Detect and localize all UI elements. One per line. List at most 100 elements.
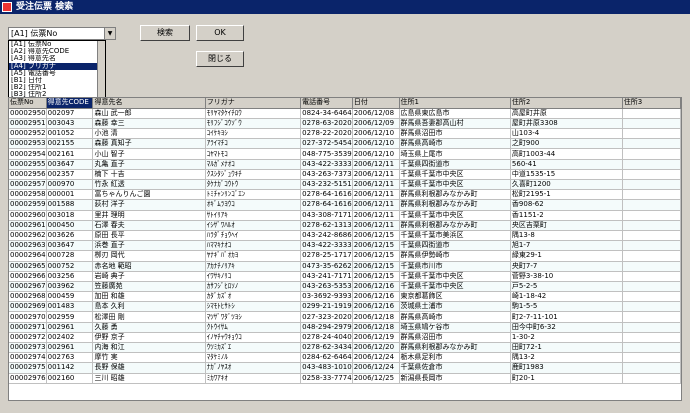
table-row[interactable]: 00002950 002097 森山 武一郎 ﾓﾘﾔﾏﾀｹｲﾁﾛｳ 0824-34-64… xyxy=(9,108,681,119)
filter-combo[interactable]: [A1] 伝票No ▼ xyxy=(8,27,116,40)
table-row[interactable]: 00002974 002763 摩竹 実ﾏﾀｹﾐﾉﾙ 0284-62-6464 2006… xyxy=(9,352,681,364)
dropdown-option[interactable]: [A2] 得意先CODE xyxy=(9,48,105,55)
table-cell: ｲﾉﾔﾁｬｳｷｮｳｺ xyxy=(205,332,302,344)
dropdown-option[interactable]: [A3] 得意先名 xyxy=(9,55,105,62)
table-cell: ﾏﾀｹﾐﾉﾙ xyxy=(205,352,302,364)
column-header[interactable]: 住所2 xyxy=(510,98,623,109)
table-cell: 高町1003-44 xyxy=(510,148,623,160)
table-row[interactable]: 00002953 002155 森藤 真知子 ｱﾗｲﾏﾁｺ 027-372-5454 20… xyxy=(9,138,681,150)
table-cell: 笠藤廣苑 xyxy=(92,281,206,293)
dropdown-option[interactable]: [A4] フリガナ xyxy=(9,62,105,70)
table-row[interactable]: 00002971 002961 久藤 勇ｸﾄｳｲｻﾑ 048-294-2979 2006… xyxy=(9,322,681,333)
table-cell: 003043 xyxy=(46,118,94,130)
column-header[interactable]: 得意先名 xyxy=(92,98,206,109)
table-cell: 000450 xyxy=(46,220,94,231)
table-row[interactable]: 00002972 002402 伊野 京子 ｲﾉﾔﾁｬｳｷｮｳｺ 0278-24-404… xyxy=(9,332,681,344)
column-header[interactable]: 伝票No xyxy=(9,98,47,109)
table-row[interactable]: 00002966 003256 岩崎 典子 ｲﾜｻｷﾉﾘｺ 043-241-7171 20… xyxy=(9,271,681,282)
close-button[interactable]: 閉じる xyxy=(196,51,244,67)
table-cell: 003647 xyxy=(46,240,94,252)
table-cell: 楠下 十吉 xyxy=(92,169,206,181)
column-header[interactable]: 住所1 xyxy=(399,98,511,109)
dropdown-option[interactable]: [A1] 伝票No xyxy=(9,41,105,48)
table-cell: 0278-62-3434 xyxy=(300,342,353,354)
table-row[interactable]: 00002970 002959 松澤田 剛ﾏﾂｻﾞﾜﾀﾞﾂﾖｼ 027-323-202… xyxy=(9,311,681,323)
table-cell: 群馬県吾妻郡高山村 xyxy=(399,118,511,130)
table-cell: 千葉県四街道市 xyxy=(399,159,511,170)
table-cell: 00002967 xyxy=(9,281,47,293)
table-row[interactable]: 00002957 000970 竹永 紅透 ﾀｹﾅｶﾞｺｳﾄｳ 043-232-5151… xyxy=(9,179,681,191)
table-cell: 2006/12/16 xyxy=(352,281,400,293)
table-row[interactable]: 00002960 003018 里井 理明 ｻﾄｲﾘｱｷ 043-308-7171 200… xyxy=(9,210,681,221)
table-row[interactable]: 00002973 002961 内海 和江 ｳﾂﾐｶｽﾞｴ 0278-62-3434 20… xyxy=(9,342,681,354)
table-cell: 00002966 xyxy=(9,271,47,282)
table-cell: 00002971 xyxy=(9,322,47,333)
table-row[interactable]: 00002952 001052 小池 清ｺｲｹｷﾖｼ 0278-22-2020 2006… xyxy=(9,128,681,140)
filter-dropdown-list[interactable]: [A1] 伝票No [A2] 得意先CODE [A3] 得意先名 [A4] フリガナ[… xyxy=(8,40,106,99)
table-cell: ﾊﾏﾏｷﾅｵｺ xyxy=(205,240,302,252)
table-cell: 0824-34-6464 xyxy=(300,108,353,119)
table-cell: 千葉県千葉市美浜区 xyxy=(399,230,511,242)
table-row[interactable]: 00002951 003043 森藤 幸三 ﾓﾘﾌｼﾞｺｳｿﾞｳ 0278-63-202… xyxy=(9,118,681,130)
table-row[interactable]: 00002975 001142 長野 保雄 ﾅｶﾞﾉﾔｽｵ 043-483-1010 20… xyxy=(9,362,681,374)
table-cell: 002160 xyxy=(46,373,94,384)
table-row[interactable]: 00002962 003626 原田 長平 ﾊﾗﾀﾞﾁｮｳﾍｲ 043-242-8686… xyxy=(9,230,681,242)
table-cell: ﾓﾘﾌｼﾞｺｳｿﾞｳ xyxy=(205,118,302,130)
table-cell: 群馬県伊勢崎市 xyxy=(399,250,511,262)
table-cell: 027-323-2020 xyxy=(300,311,353,323)
table-cell: 富ちゃんりんご園 xyxy=(92,189,206,201)
results-grid[interactable]: 伝票No 得意先CODE 得意先名 フリガナ 電話番号 日付 住所1 住所2 住所3 00002… xyxy=(8,97,682,401)
table-row[interactable]: 00002964 000728 栁刃 岡代 ﾔﾅｷﾞﾊﾞｵｶﾖ 0278-25-1717… xyxy=(9,250,681,262)
table-cell: 048-294-2979 xyxy=(300,322,353,333)
table-cell: 2006/12/08 xyxy=(352,108,400,119)
dropdown-option[interactable]: [B2] 住所1 xyxy=(9,84,105,91)
table-cell: 2006/12/20 xyxy=(352,342,400,354)
table-cell: 0278-63-2020 xyxy=(300,118,353,130)
table-cell: 027-372-5454 xyxy=(300,138,353,150)
table-cell: 00002968 xyxy=(9,291,47,303)
table-row[interactable]: 00002967 003962 笠藤廣苑 ｶｻﾌｼﾞﾋﾛｿﾉ 043-263-5353 2… xyxy=(9,281,681,293)
ok-button[interactable]: OK xyxy=(196,25,244,41)
table-cell xyxy=(622,362,681,374)
table-row[interactable]: 00002976 002160 三川 昭雄 ﾐｶﾜｱｷｵ 0258-33-7774 200… xyxy=(9,373,681,384)
table-cell: 埼玉県上尾市 xyxy=(399,148,511,160)
column-header[interactable]: 日付 xyxy=(352,98,400,109)
table-cell: 00002976 xyxy=(9,373,47,384)
table-cell: 002155 xyxy=(46,138,94,150)
table-cell: 2006/12/24 xyxy=(352,362,400,374)
table-cell: 群馬県利根郡みなかみ町 xyxy=(399,342,511,354)
dropdown-scrollbar[interactable] xyxy=(97,41,105,98)
table-cell: 2006/12/11 xyxy=(352,199,400,211)
table-row[interactable]: 00002959 001588 荻村 洋子 ｵｷﾞﾑﾗﾖｳｺ 0278-64-1616 2… xyxy=(9,199,681,211)
table-cell xyxy=(622,261,681,272)
table-cell: 2006/12/15 xyxy=(352,261,400,272)
table-cell: 043-263-5353 xyxy=(300,281,353,293)
table-row[interactable]: 00002963 003647 浜巻 直子 ﾊﾏﾏｷﾅｵｺ 043-422-3333 20… xyxy=(9,240,681,252)
dropdown-option[interactable]: [A5] 電話番号 xyxy=(9,70,105,77)
table-cell: 千葉県市川市 xyxy=(399,261,511,272)
table-cell: 菅野3-38-10 xyxy=(510,271,623,282)
table-cell: 00002965 xyxy=(9,261,47,272)
table-row[interactable]: 00002954 002161 小山 智子 ｺﾔﾏﾄﾓｺ 048-775-3539 200… xyxy=(9,148,681,160)
chevron-down-icon[interactable]: ▼ xyxy=(104,28,115,39)
table-row[interactable]: 00002969 001483 島本 久利 ｼﾏﾓﾄﾋｻﾄｼ 0299-21-1919 2… xyxy=(9,301,681,313)
column-header[interactable]: 住所3 xyxy=(622,98,681,109)
table-cell: ｶｻﾌｼﾞﾋﾛｿﾉ xyxy=(205,281,302,293)
table-row[interactable]: 00002965 000752 赤名地 範昭 ｱｶﾅﾁﾉﾘｱｷ 0473-35-6262… xyxy=(9,261,681,272)
table-row[interactable]: 00002955 003647 丸亀 直子 ﾏﾙｶﾞﾒﾅｵｺ 043-422-3333 2… xyxy=(9,159,681,170)
table-cell: 田今中町6-32 xyxy=(510,322,623,333)
search-button[interactable]: 検索 xyxy=(140,25,190,41)
table-cell: 央区吉栗町 xyxy=(510,220,623,231)
dropdown-option[interactable]: [B1] 日付 xyxy=(9,77,105,84)
table-cell: 駒1-5-5 xyxy=(510,301,623,313)
column-header[interactable]: フリガナ xyxy=(205,98,302,109)
table-cell: 00002951 xyxy=(9,118,47,130)
table-row[interactable]: 00002961 000450 石澤 春夫 ｲｼｻﾞﾜﾊﾙｵ 0278-62-1313 2… xyxy=(9,220,681,231)
table-row[interactable]: 00002968 000459 加田 和雄 ｶﾀﾞｶｽﾞｵ 03-3692-9393 20… xyxy=(9,291,681,303)
table-cell: 00002974 xyxy=(9,352,47,364)
column-header[interactable]: 電話番号 xyxy=(300,98,353,109)
table-cell: 香1151-2 xyxy=(510,210,623,221)
table-row[interactable]: 00002956 002357 楠下 十吉 ｸｽｼﾀｼﾞｭｳｷﾁ 043-263-737… xyxy=(9,169,681,181)
table-row[interactable]: 00002958 000001 富ちゃんりんご園 ﾄﾐﾁｬﾝﾘﾝｺﾞｴﾝ 0278-64… xyxy=(9,189,681,201)
column-header[interactable]: 得意先CODE xyxy=(46,98,94,109)
